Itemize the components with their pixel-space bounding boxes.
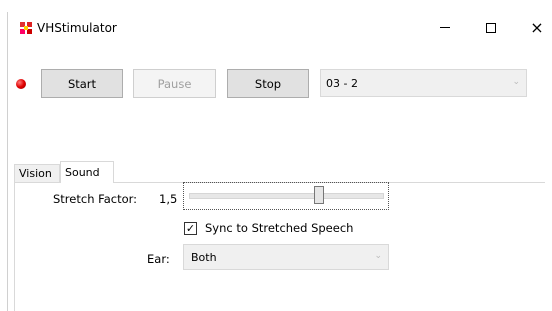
tab-strip: Vision Sound [14, 161, 545, 183]
window-title: VHStimulator [37, 21, 117, 35]
app-icon [19, 21, 33, 35]
minimize-icon [440, 27, 450, 28]
tab-sound[interactable]: Sound [60, 161, 114, 183]
chevron-down-icon: ⌄ [512, 77, 520, 87]
ear-select[interactable]: Both ⌄ [183, 244, 389, 270]
start-button[interactable]: Start [41, 69, 123, 98]
sequence-select-value: 03 - 2 [326, 77, 358, 90]
status-led-icon [16, 79, 26, 89]
close-icon: × [530, 18, 544, 37]
stretch-factor-value: 1,5 [159, 192, 178, 206]
stretch-factor-slider[interactable] [183, 182, 389, 210]
ear-select-value: Both [191, 251, 217, 264]
sync-checkbox[interactable]: ✓ [184, 222, 197, 235]
ear-label: Ear: [147, 252, 170, 266]
tab-vision[interactable]: Vision [14, 164, 60, 182]
slider-track [189, 193, 384, 199]
maximize-icon [486, 22, 496, 33]
maximize-button[interactable] [468, 12, 514, 43]
stretch-factor-label: Stretch Factor: [53, 192, 138, 206]
chevron-down-icon: ⌄ [374, 251, 382, 261]
minimize-button[interactable] [422, 12, 468, 43]
sequence-select[interactable]: 03 - 2 ⌄ [320, 69, 527, 97]
stop-button[interactable]: Stop [227, 69, 309, 98]
sync-label: Sync to Stretched Speech [205, 221, 354, 235]
close-button[interactable]: × [514, 12, 552, 43]
title-bar[interactable]: VHStimulator × [8, 12, 552, 43]
slider-thumb[interactable] [314, 186, 324, 204]
pause-button[interactable]: Pause [133, 69, 216, 98]
